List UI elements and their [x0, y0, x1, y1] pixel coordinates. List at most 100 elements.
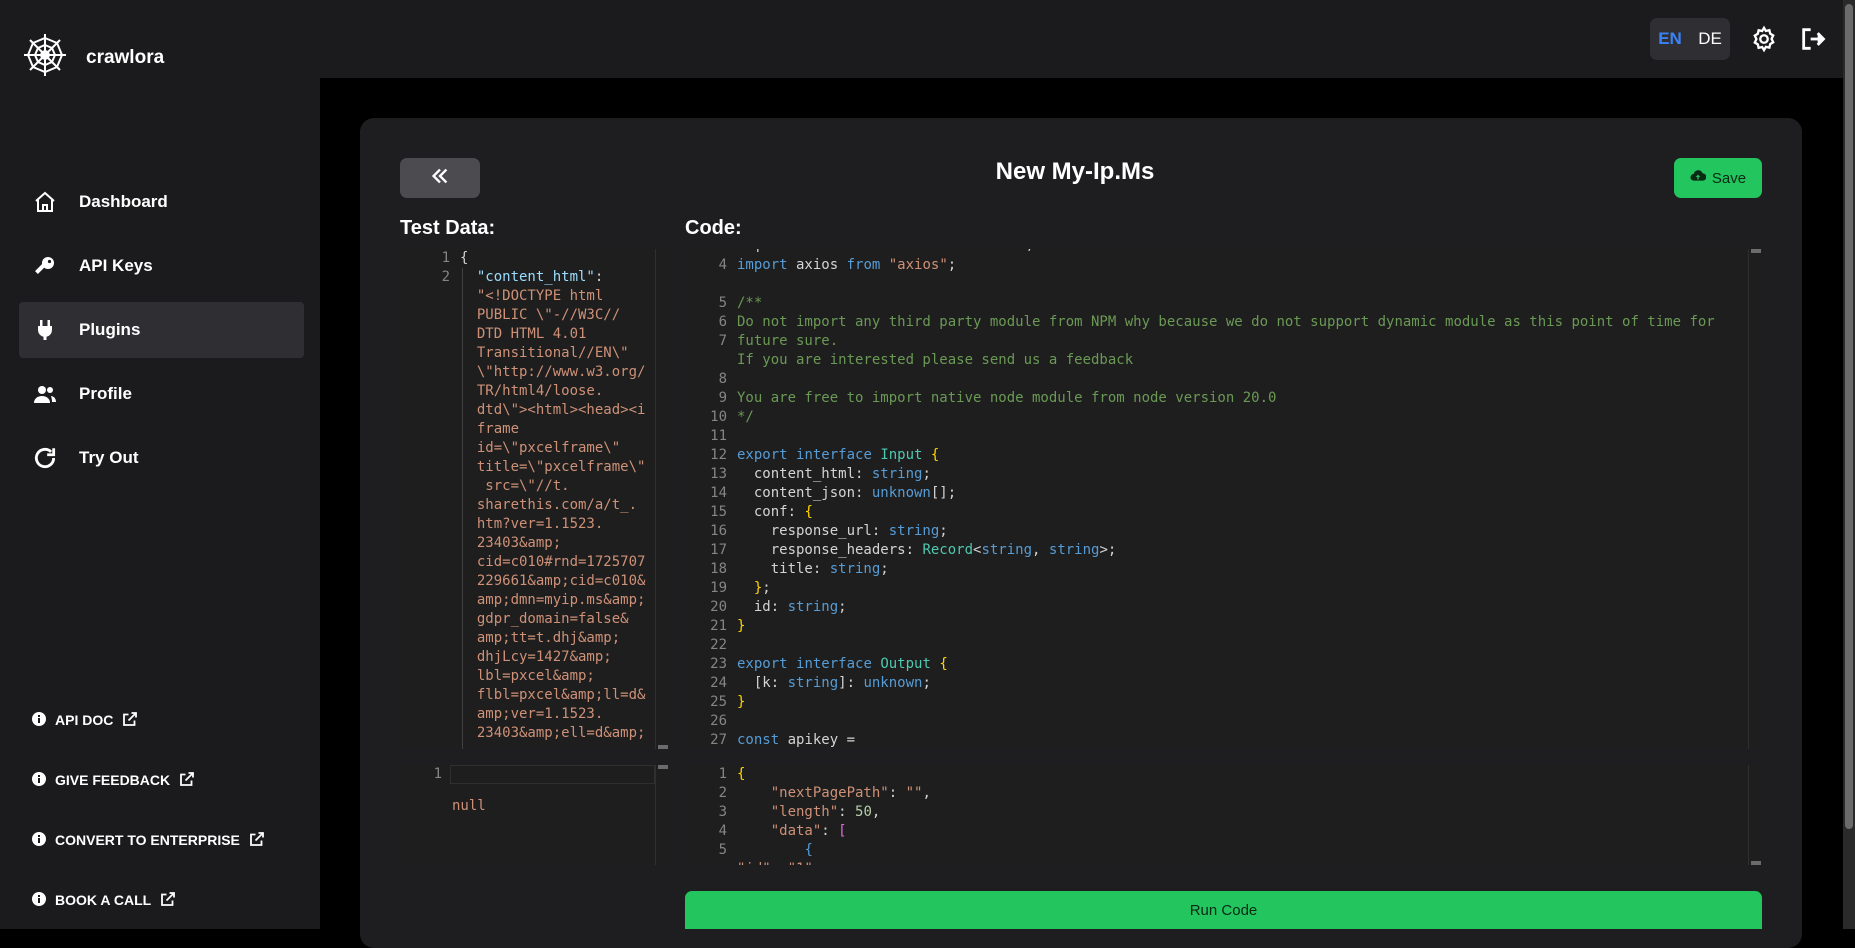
code-line: TR/html4/loose.	[460, 383, 604, 399]
line-number: 5	[718, 842, 727, 858]
output-body: { "nextPagePath": "", "length": 50, "dat…	[737, 765, 931, 860]
code-line: conf: {	[737, 504, 813, 520]
code-line: id=\"pxcelframe\"	[460, 440, 621, 456]
line-number: 4	[718, 823, 727, 839]
editor-scrollbar-thumb[interactable]	[658, 745, 668, 749]
sidebar-nav: Dashboard API Keys Plugins Profile Try O…	[19, 174, 304, 494]
key-icon	[31, 252, 59, 280]
sidebar-item-plugins[interactable]: Plugins	[19, 302, 304, 358]
line-number: 15	[710, 504, 727, 520]
sidebar-item-api-keys[interactable]: API Keys	[19, 238, 304, 294]
editor-scrollbar-thumb[interactable]	[1751, 249, 1761, 253]
external-link-icon	[121, 710, 139, 731]
code-line: "length": 50,	[770, 804, 881, 820]
test-data-editor[interactable]: 1 2 { "content_html": "<!DOCTYPE html PU…	[400, 249, 669, 749]
line-number: 23	[710, 656, 727, 672]
line-numbers: 4 5 6 7 8 9 10 11 12 13 14 15 16 17 18 19 20 21 22 23 24 25 26…	[685, 256, 727, 749]
line-number: 10	[710, 409, 727, 425]
sidebar-item-profile[interactable]: Profile	[19, 366, 304, 422]
give-feedback-link[interactable]: GIVE FEEDBACK	[31, 750, 266, 810]
plug-icon	[31, 316, 59, 344]
code-line: response_headers: Record<string, string>…	[737, 542, 1117, 558]
back-button[interactable]	[400, 158, 480, 198]
page-scrollbar-thumb[interactable]	[1845, 4, 1853, 829]
info-icon	[31, 891, 47, 910]
editor-scrollbar-thumb[interactable]	[658, 765, 668, 769]
page-scrollbar[interactable]	[1843, 0, 1855, 929]
code-line: response_url: string;	[737, 523, 948, 539]
code-line: lbl=pxcel&amp;	[460, 668, 595, 684]
gear-icon[interactable]	[1750, 25, 1778, 58]
editor-scrollbar[interactable]	[1748, 249, 1762, 749]
sidebar-item-label: API Keys	[79, 256, 153, 275]
sidebar-item-label: Profile	[79, 384, 132, 403]
code-body: import axios from "axios"; /** Do not impo…	[737, 256, 1715, 749]
editor-scrollbar[interactable]	[655, 249, 669, 749]
code-line: "content_html":	[476, 269, 604, 285]
refresh-icon	[31, 444, 59, 472]
code-line: DTD HTML 4.01	[460, 326, 587, 342]
line-number: 1	[433, 766, 442, 782]
code-line: amp;tt=t.dhj&amp;	[460, 630, 621, 646]
line-number	[685, 275, 727, 294]
home-icon	[31, 188, 59, 216]
line-number: 17	[710, 542, 727, 558]
convert-to-enterprise-label: CONVERT TO ENTERPRISE	[55, 832, 240, 848]
line-number: 2	[718, 785, 727, 801]
external-link-icon	[248, 830, 266, 851]
line-number: 13	[710, 466, 727, 482]
editor-scrollbar-thumb[interactable]	[1751, 861, 1761, 865]
output-editor[interactable]: 1 2 3 4 5 { "nextPagePath": "", "length": 50…	[685, 765, 1762, 865]
sidebar-links: API DOC GIVE FEEDBACK CONVERT TO ENTERPR…	[31, 690, 266, 930]
code-line: src=\"//t.	[460, 478, 570, 494]
sidebar-item-try-out[interactable]: Try Out	[19, 430, 304, 486]
code-line: id: string;	[737, 599, 847, 615]
save-button[interactable]: Save	[1674, 158, 1762, 198]
logout-icon[interactable]	[1799, 25, 1827, 58]
line-number: 25	[710, 694, 727, 710]
info-icon	[31, 711, 47, 730]
code-line: gdpr_domain=false&	[460, 611, 629, 627]
editor-scrollbar[interactable]	[1748, 765, 1762, 865]
save-label: Save	[1711, 169, 1747, 187]
code-line: }	[737, 618, 746, 634]
code-label: Code:	[685, 217, 742, 239]
line-number: 5	[718, 295, 727, 311]
code-line: htm?ver=1.1523.	[460, 516, 604, 532]
line-number: 20	[710, 599, 727, 615]
test-result-editor[interactable]: 1 null	[400, 765, 669, 865]
book-a-call-link[interactable]: BOOK A CALL	[31, 870, 266, 930]
brand[interactable]: crawlora	[22, 32, 164, 83]
code-line: export interface Output {	[737, 656, 948, 672]
code-editor[interactable]: import * as cheerio from "cheerio"; 4 5 6 7…	[685, 249, 1762, 749]
external-link-icon	[159, 890, 177, 911]
code-line: Do not import any third party module fro…	[737, 314, 1715, 330]
run-code-button[interactable]: Run Code	[685, 891, 1762, 929]
info-icon	[31, 831, 47, 850]
line-number: 1	[718, 766, 727, 782]
line-number: 1	[441, 250, 450, 266]
line-numbers: 1 2 3 4 5	[685, 765, 727, 860]
line-number: 27	[710, 732, 727, 748]
language-de-button[interactable]: DE	[1698, 29, 1722, 49]
users-icon	[31, 380, 59, 408]
clipped-line: "id": "1",	[737, 860, 821, 865]
editor-scrollbar[interactable]	[655, 765, 669, 865]
code-line: PUBLIC \"-//W3C//	[460, 307, 621, 323]
sidebar: crawlora Dashboard API Keys Plugins Prof…	[0, 0, 320, 929]
code-line: };	[753, 580, 771, 596]
line-number: 8	[718, 371, 727, 387]
code-line: title: string;	[737, 561, 889, 577]
convert-to-enterprise-link[interactable]: CONVERT TO ENTERPRISE	[31, 810, 266, 870]
api-doc-label: API DOC	[55, 712, 114, 728]
code-line: title=\"pxcelframe\"	[460, 459, 646, 475]
sidebar-item-dashboard[interactable]: Dashboard	[19, 174, 304, 230]
code-line: dhjLcy=1427&amp;	[460, 649, 612, 665]
language-en-button[interactable]: EN	[1658, 29, 1682, 49]
code-line: You are free to import native node modul…	[737, 390, 1277, 406]
api-doc-link[interactable]: API DOC	[31, 690, 266, 750]
